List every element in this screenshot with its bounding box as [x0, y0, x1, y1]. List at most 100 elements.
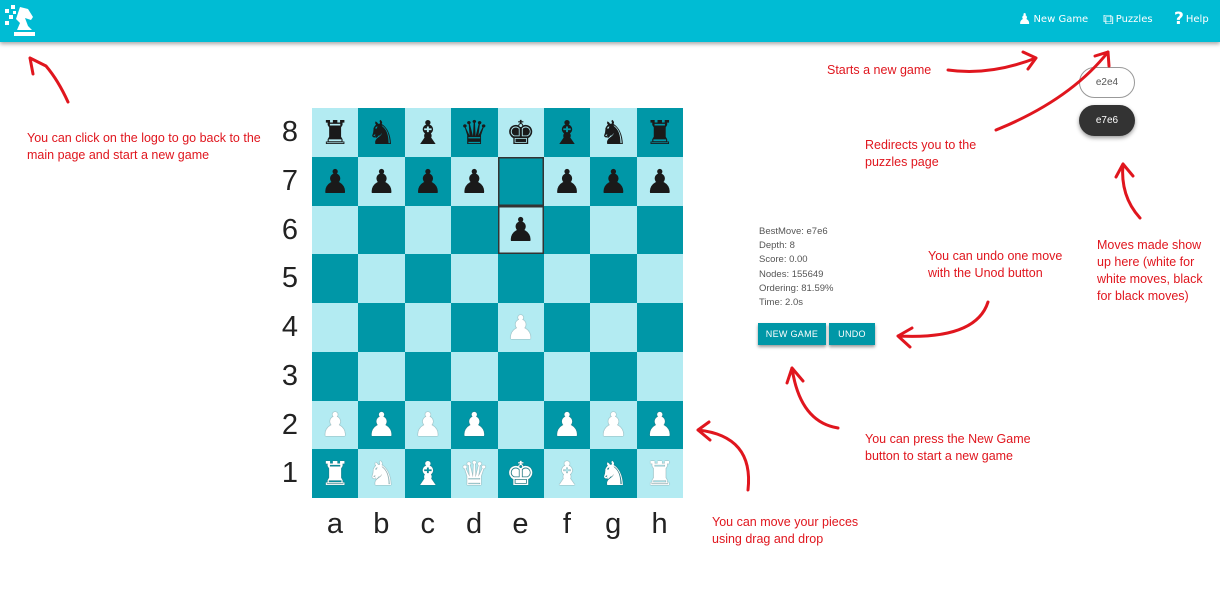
white-pawn-icon[interactable]: ♟ — [413, 408, 443, 441]
square-h3[interactable] — [636, 351, 683, 401]
square-b5[interactable] — [358, 254, 405, 303]
black-pawn-icon[interactable]: ♟ — [460, 165, 490, 198]
square-f3[interactable] — [543, 351, 591, 401]
nav-new-game[interactable]: ♟ New Game — [1018, 12, 1088, 27]
black-pawn-icon[interactable]: ♟ — [645, 165, 675, 198]
square-g3[interactable] — [590, 351, 637, 401]
white-rook-icon[interactable]: ♜ — [645, 457, 675, 490]
square-a2[interactable]: ♟ — [312, 400, 359, 450]
logo-knight-icon[interactable] — [3, 3, 39, 39]
square-e3[interactable] — [497, 351, 544, 401]
square-d7[interactable]: ♟ — [451, 156, 498, 206]
white-bishop-icon[interactable]: ♝ — [413, 457, 443, 490]
square-a7[interactable]: ♟ — [312, 156, 359, 206]
white-bishop-icon[interactable]: ♝ — [552, 457, 582, 490]
square-g1[interactable]: ♞ — [590, 449, 637, 498]
square-c3[interactable] — [404, 351, 452, 401]
square-a3[interactable] — [312, 351, 359, 401]
square-f7[interactable]: ♟ — [543, 156, 591, 206]
square-e6[interactable]: ♟ — [497, 205, 544, 255]
square-b2[interactable]: ♟ — [358, 400, 405, 450]
square-c6[interactable] — [404, 205, 452, 255]
square-h2[interactable]: ♟ — [636, 400, 683, 450]
white-pawn-icon[interactable]: ♟ — [320, 408, 350, 441]
square-f6[interactable] — [543, 205, 591, 255]
black-pawn-icon[interactable]: ♟ — [599, 165, 629, 198]
black-queen-icon[interactable]: ♛ — [460, 116, 490, 149]
white-pawn-icon[interactable]: ♟ — [645, 408, 675, 441]
square-h6[interactable] — [636, 205, 683, 255]
square-e1[interactable]: ♚ — [497, 449, 544, 498]
black-rook-icon[interactable]: ♜ — [320, 116, 350, 149]
square-d1[interactable]: ♛ — [451, 449, 498, 498]
square-h5[interactable] — [636, 254, 683, 303]
square-d5[interactable] — [451, 254, 498, 303]
white-pawn-icon[interactable]: ♟ — [506, 311, 536, 344]
square-e5[interactable] — [497, 254, 544, 303]
black-knight-icon[interactable]: ♞ — [367, 116, 397, 149]
square-a6[interactable] — [312, 205, 359, 255]
square-g2[interactable]: ♟ — [590, 400, 637, 450]
square-a1[interactable]: ♜ — [312, 449, 359, 498]
square-c7[interactable]: ♟ — [404, 156, 452, 206]
square-c8[interactable]: ♝ — [404, 108, 452, 157]
square-d6[interactable] — [451, 205, 498, 255]
white-king-icon[interactable]: ♚ — [506, 457, 536, 490]
white-pawn-icon[interactable]: ♟ — [599, 408, 629, 441]
square-h4[interactable] — [636, 303, 683, 352]
white-knight-icon[interactable]: ♞ — [367, 457, 397, 490]
black-bishop-icon[interactable]: ♝ — [413, 116, 443, 149]
white-pawn-icon[interactable]: ♟ — [367, 408, 397, 441]
black-pawn-icon[interactable]: ♟ — [506, 213, 536, 246]
square-d8[interactable]: ♛ — [451, 108, 498, 157]
white-queen-icon[interactable]: ♛ — [460, 457, 490, 490]
square-d4[interactable] — [451, 303, 498, 352]
nav-help[interactable]: ? Help — [1174, 11, 1209, 28]
white-knight-icon[interactable]: ♞ — [599, 457, 629, 490]
square-e7[interactable] — [497, 156, 544, 206]
square-g4[interactable] — [590, 303, 637, 352]
new-game-button[interactable]: NEW GAME — [758, 323, 826, 345]
square-a8[interactable]: ♜ — [312, 108, 359, 157]
square-c2[interactable]: ♟ — [404, 400, 452, 450]
square-a4[interactable] — [312, 303, 359, 352]
square-b3[interactable] — [358, 351, 405, 401]
square-b8[interactable]: ♞ — [358, 108, 405, 157]
square-b4[interactable] — [358, 303, 405, 352]
black-bishop-icon[interactable]: ♝ — [552, 116, 582, 149]
square-f1[interactable]: ♝ — [543, 449, 591, 498]
square-g8[interactable]: ♞ — [590, 108, 637, 157]
square-f8[interactable]: ♝ — [543, 108, 591, 157]
square-b1[interactable]: ♞ — [358, 449, 405, 498]
nav-puzzles[interactable]: ⧉ Puzzles — [1103, 12, 1153, 27]
black-knight-icon[interactable]: ♞ — [599, 116, 629, 149]
black-king-icon[interactable]: ♚ — [506, 116, 536, 149]
square-h7[interactable]: ♟ — [636, 156, 683, 206]
black-rook-icon[interactable]: ♜ — [645, 116, 675, 149]
black-move-pill[interactable]: e7e6 — [1079, 105, 1135, 136]
square-h1[interactable]: ♜ — [636, 449, 683, 498]
square-a5[interactable] — [312, 254, 359, 303]
square-f5[interactable] — [543, 254, 591, 303]
black-pawn-icon[interactable]: ♟ — [367, 165, 397, 198]
square-b6[interactable] — [358, 205, 405, 255]
white-move-pill[interactable]: e2e4 — [1079, 67, 1135, 98]
white-pawn-icon[interactable]: ♟ — [552, 408, 582, 441]
black-pawn-icon[interactable]: ♟ — [413, 165, 443, 198]
white-pawn-icon[interactable]: ♟ — [460, 408, 490, 441]
black-pawn-icon[interactable]: ♟ — [552, 165, 582, 198]
black-pawn-icon[interactable]: ♟ — [320, 165, 350, 198]
square-f4[interactable] — [543, 303, 591, 352]
square-b7[interactable]: ♟ — [358, 156, 405, 206]
square-d3[interactable] — [451, 351, 498, 401]
square-c1[interactable]: ♝ — [404, 449, 452, 498]
square-g6[interactable] — [590, 205, 637, 255]
square-e8[interactable]: ♚ — [497, 108, 544, 157]
square-e2[interactable] — [497, 400, 544, 450]
white-rook-icon[interactable]: ♜ — [320, 457, 350, 490]
square-c5[interactable] — [404, 254, 452, 303]
undo-button[interactable]: UNDO — [829, 323, 875, 345]
square-h8[interactable]: ♜ — [636, 108, 683, 157]
square-g7[interactable]: ♟ — [590, 156, 637, 206]
square-d2[interactable]: ♟ — [451, 400, 498, 450]
